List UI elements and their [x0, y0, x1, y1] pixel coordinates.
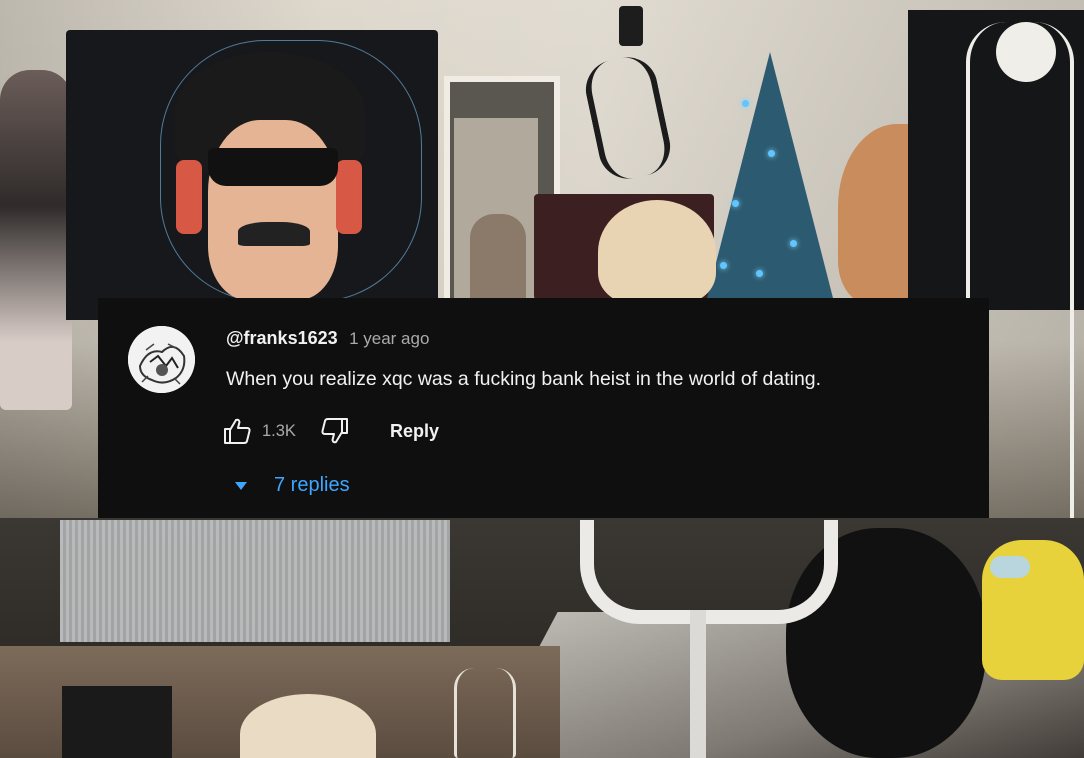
- tree-light: [720, 262, 727, 269]
- caret-down-icon: [235, 481, 247, 490]
- comment-actions: 1.3K Reply: [220, 416, 439, 446]
- poster-face: [208, 120, 338, 300]
- webcam-poster: [62, 686, 172, 758]
- webcam-skeleton: [454, 668, 516, 758]
- thumbs-down-icon: [321, 418, 348, 444]
- streamer-head: [598, 200, 716, 304]
- wall-speaker: [619, 6, 643, 46]
- reply-button[interactable]: Reply: [390, 421, 439, 442]
- anime-figure-decoration: [0, 70, 72, 410]
- author-handle[interactable]: @franks1623: [226, 328, 338, 348]
- background-person: [470, 214, 526, 304]
- tree-light: [768, 150, 775, 157]
- view-replies-toggle[interactable]: 7 replies: [234, 474, 350, 497]
- comment-card: @franks1623 1 year ago When you realize …: [98, 298, 989, 518]
- avatar[interactable]: [128, 326, 195, 393]
- tree-light: [756, 270, 763, 277]
- replies-count-label[interactable]: 7 replies: [274, 474, 350, 497]
- avatar-sketch-icon: [128, 326, 195, 393]
- tree-light: [790, 240, 797, 247]
- thumbs-up-icon: [224, 418, 251, 444]
- gaming-chair: [580, 520, 838, 624]
- poster-mustache: [238, 222, 310, 246]
- like-button[interactable]: [220, 416, 254, 446]
- poster-headset-left: [176, 160, 202, 234]
- comment-text: When you realize xqc was a fucking bank …: [226, 368, 822, 390]
- radiator-vent: [60, 520, 450, 642]
- plush-visor: [990, 556, 1030, 578]
- poster-headset-right: [336, 160, 362, 234]
- like-count: 1.3K: [262, 421, 296, 440]
- tree-light: [732, 200, 739, 207]
- comment-timestamp[interactable]: 1 year ago: [349, 329, 429, 348]
- dislike-button[interactable]: [318, 416, 352, 446]
- poster-sunglasses: [208, 148, 338, 186]
- chair-base: [690, 610, 706, 758]
- comment-header: @franks1623 1 year ago: [226, 328, 429, 349]
- tree-light: [742, 100, 749, 107]
